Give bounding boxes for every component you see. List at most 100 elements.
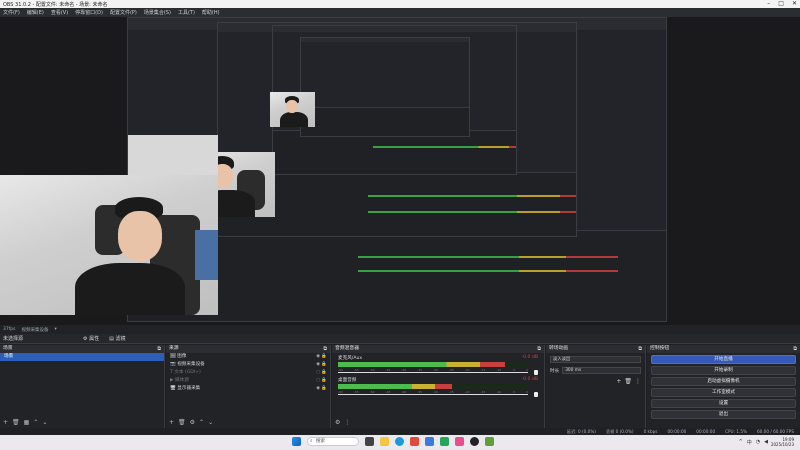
lock-icon[interactable]: 🔒 [321, 353, 327, 361]
eye-icon[interactable]: ◉ [316, 385, 320, 393]
app-icon[interactable] [440, 437, 449, 446]
clock[interactable]: 19:09 2025/10/23 [771, 437, 794, 447]
app-icon[interactable] [455, 437, 464, 446]
mixer-settings-icon[interactable]: ⚙ [335, 419, 340, 426]
menu-profile[interactable]: 配置文件(P) [110, 9, 137, 16]
lock-icon[interactable]: 🔒 [321, 377, 327, 385]
more-icon[interactable]: ⋮ [635, 378, 641, 385]
start-streaming-button[interactable]: 开始直播 [651, 355, 796, 364]
trash-icon[interactable]: 🗑 [12, 419, 20, 426]
nested-capture-4 [300, 37, 470, 137]
add-icon[interactable]: + [3, 419, 8, 426]
taskview-icon[interactable] [365, 437, 374, 446]
gear-icon[interactable]: ⚙ [190, 419, 195, 426]
settings-button[interactable]: 设置 [651, 399, 796, 408]
chevron-down-icon[interactable]: ⌄ [208, 419, 213, 426]
chevron-down-icon[interactable]: ▾ [55, 327, 57, 332]
meter-tick-label: -15 [480, 368, 486, 372]
meter-tick-label: -35 [417, 390, 423, 394]
virtual-camera-button[interactable]: 启动虚拟摄像机 [651, 377, 796, 386]
menu-docks[interactable]: 停靠窗口(D) [75, 9, 103, 16]
add-icon[interactable]: + [616, 378, 621, 385]
trash-icon[interactable]: 🗑 [624, 378, 632, 385]
window-title: OBS 31.0.2 - 配置文件: 未命名 - 场景: 未命名 [3, 1, 108, 8]
sources-panel: 来源 ⧉ 🖼 图像 ◉ 🔒 📷 视频采集设备 ◉ 🔒 T 文本 (GDI+) ◌ 🔒 ▶ 媒体… [166, 345, 331, 428]
add-icon[interactable]: + [169, 419, 174, 426]
start-recording-button[interactable]: 开始录制 [651, 366, 796, 375]
chevron-up-icon[interactable]: ⌃ [33, 419, 38, 426]
status-bar: 延迟: 0 (0.0%) 丢帧 0 (0.0%) 0 kbps 00:00:00… [0, 428, 800, 435]
meter-tick-label: -10 [496, 390, 502, 394]
minimize-button[interactable]: – [767, 0, 770, 8]
obs-icon[interactable] [470, 437, 479, 446]
source-item[interactable]: 🖥 显示器采集 ◉ 🔒 [166, 385, 330, 393]
webcam-image-main [0, 175, 218, 315]
meter-tick-label: -30 [432, 390, 438, 394]
volume-slider[interactable] [338, 372, 528, 373]
wifi-icon[interactable]: ◔ [756, 439, 760, 446]
source-item[interactable]: 🖼 图像 ◉ 🔒 [166, 353, 330, 361]
meter-scale: -60 -55 -50 -45 -40 -35 -30 -25 -20 -15 -10 -5 0 [338, 368, 528, 372]
dock-menu-icon[interactable]: ⧉ [537, 345, 541, 353]
filter-icon[interactable]: ▦ [24, 419, 30, 426]
transition-select[interactable]: 淡入淡出 [550, 356, 641, 363]
windows-start-icon[interactable] [292, 437, 301, 446]
chevron-up-icon[interactable]: ⌃ [199, 419, 204, 426]
track-db: -0.0 dB [521, 377, 539, 382]
menu-help[interactable]: 帮助(H) [202, 9, 220, 16]
language-indicator[interactable]: 中 [747, 439, 752, 446]
dock-menu-icon[interactable]: ⧉ [793, 345, 797, 353]
lock-icon[interactable]: 🔒 [321, 385, 327, 393]
menu-view[interactable]: 查看(V) [51, 9, 68, 16]
folder-icon[interactable] [380, 437, 389, 446]
source-item[interactable]: 📷 视频采集设备 ◉ 🔒 [166, 361, 330, 369]
dock-menu-icon[interactable]: ⧉ [157, 345, 161, 353]
transitions-panel: 转场动画 ⧉ 淡入淡出 时长 300 ms + 🗑 ⋮ [546, 345, 646, 428]
eye-icon[interactable]: ◉ [316, 353, 320, 361]
store-icon[interactable] [425, 437, 434, 446]
lock-icon[interactable]: 🔒 [321, 369, 327, 377]
edge-icon[interactable] [395, 437, 404, 446]
eye-icon[interactable]: ◉ [316, 361, 320, 369]
volume-slider[interactable] [338, 394, 528, 395]
dock-menu-icon[interactable]: ⧉ [323, 345, 327, 353]
menu-edit[interactable]: 编辑(E) [27, 9, 44, 16]
maximize-button[interactable]: □ [778, 0, 784, 8]
properties-button[interactable]: ⚙ 属性 [83, 335, 99, 342]
close-button[interactable]: ✕ [792, 0, 797, 8]
cpu-usage: CPU: 1.5% [725, 429, 748, 434]
trash-icon[interactable]: 🗑 [178, 419, 186, 426]
eye-icon[interactable]: ◌ [316, 377, 320, 385]
meter-tick-label: -30 [432, 368, 438, 372]
chevron-down-icon[interactable]: ⌄ [42, 419, 47, 426]
studio-mode-button[interactable]: 工作室模式 [651, 388, 796, 397]
source-item[interactable]: T 文本 (GDI+) ◌ 🔒 [166, 369, 330, 377]
meter-tick-label: -60 [338, 368, 343, 372]
fps-status: 60.00 / 60.00 FPS [757, 429, 794, 434]
app-icon[interactable] [410, 437, 419, 446]
taskbar-search[interactable]: ⌕ 搜索 [307, 437, 359, 446]
mixer-header: 音频混音器 ⧉ [332, 345, 544, 353]
source-item[interactable]: ▶ 媒体源 ◌ 🔒 [166, 377, 330, 385]
meter-tick-label: 0 [526, 368, 528, 372]
menu-file[interactable]: 文件(F) [3, 9, 20, 16]
source-toolbar: + 🗑 ⚙ ⌃ ⌄ [169, 419, 213, 426]
meter-tick-label: -45 [385, 390, 391, 394]
preview-canvas[interactable] [0, 17, 800, 325]
scene-item[interactable]: 场景 [0, 353, 164, 361]
lock-icon[interactable]: 🔒 [321, 361, 327, 369]
volume-icon[interactable]: ◀ [764, 439, 768, 446]
app-icon[interactable] [485, 437, 494, 446]
volume-knob[interactable] [534, 392, 538, 397]
exit-button[interactable]: 退出 [651, 410, 796, 419]
duration-input[interactable]: 300 ms [562, 367, 641, 374]
filters-button[interactable]: ▤ 滤镜 [109, 335, 125, 342]
menu-scene-collection[interactable]: 场景集合(S) [144, 9, 171, 16]
eye-icon[interactable]: ◌ [316, 369, 320, 377]
volume-knob[interactable] [534, 370, 538, 375]
more-icon[interactable]: ⋮ [344, 419, 350, 426]
search-icon: ⌕ [310, 439, 313, 444]
dock-menu-icon[interactable]: ⧉ [638, 345, 642, 353]
chevron-up-icon[interactable]: ^ [739, 439, 743, 446]
menu-tools[interactable]: 工具(T) [178, 9, 195, 16]
